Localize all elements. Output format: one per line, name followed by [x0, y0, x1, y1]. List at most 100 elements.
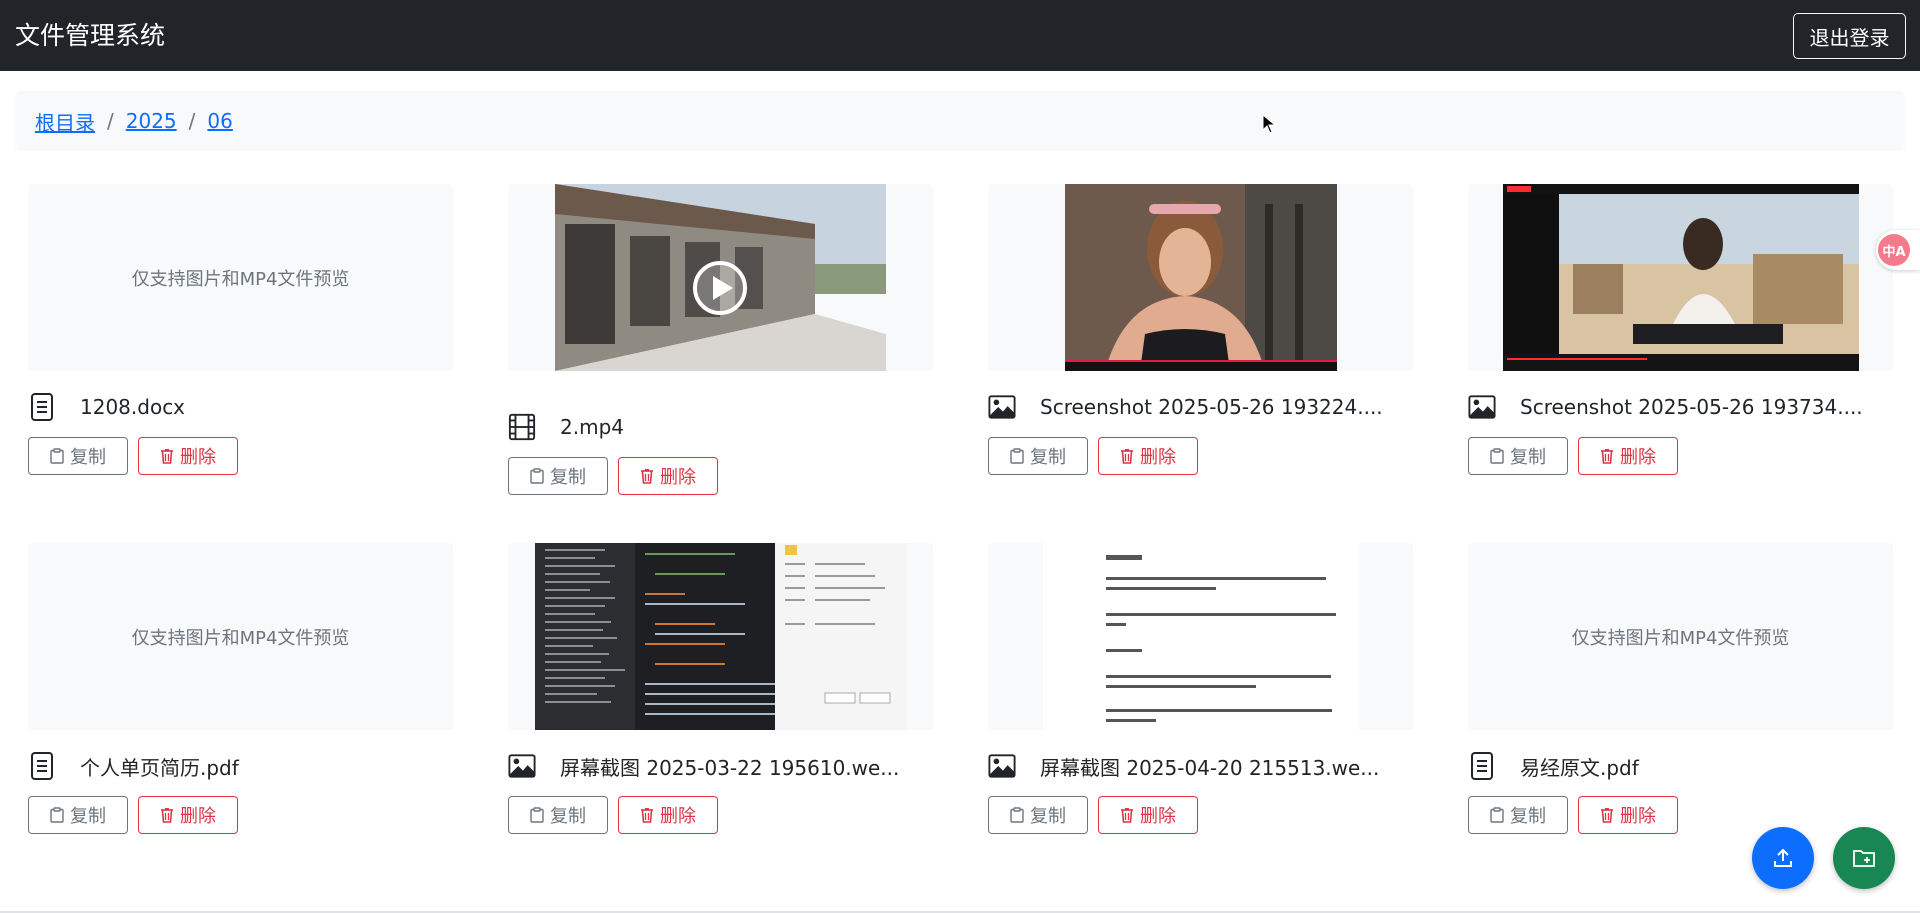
trash-icon [641, 469, 653, 484]
file-name: Screenshot 2025-05-26 193224.... [1040, 395, 1383, 419]
translate-widget[interactable]: 中A [1876, 230, 1920, 270]
file-name: 易经原文.pdf [1520, 755, 1639, 780]
file-actions: 复制 删除 [1468, 796, 1893, 834]
clipboard-icon [50, 807, 64, 823]
copy-button[interactable]: 复制 [508, 796, 608, 834]
breadcrumb-year[interactable]: 2025 [126, 109, 177, 133]
file-preview[interactable]: 仅支持图片和MP4文件预览 [1468, 543, 1893, 730]
trash-icon [1601, 808, 1613, 823]
image-icon [1468, 392, 1496, 422]
image-icon [988, 751, 1016, 781]
image-icon [988, 392, 1016, 422]
delete-button[interactable]: 删除 [138, 437, 238, 475]
image-thumbnail [1042, 543, 1359, 730]
file-card: 仅支持图片和MP4文件预览 个人单页简历.pdf 复制 删除 [28, 543, 453, 834]
file-actions: 复制 删除 [1468, 437, 1893, 475]
copy-button[interactable]: 复制 [28, 437, 128, 475]
trash-icon [1601, 449, 1613, 464]
copy-label: 复制 [70, 447, 106, 468]
file-actions: 复制 删除 [28, 796, 453, 834]
delete-label: 删除 [1620, 447, 1656, 468]
clipboard-icon [1490, 448, 1504, 464]
delete-button[interactable]: 删除 [1578, 796, 1678, 834]
file-name: Screenshot 2025-05-26 193734.... [1520, 395, 1863, 419]
clipboard-icon [50, 448, 64, 464]
file-actions: 复制 删除 [508, 457, 933, 495]
mouse-cursor-icon [1262, 114, 1276, 134]
file-name: 屏幕截图 2025-03-22 195610.we... [560, 755, 900, 780]
breadcrumb-root[interactable]: 根目录 [35, 107, 95, 136]
copy-label: 复制 [70, 806, 106, 827]
delete-label: 删除 [180, 447, 216, 468]
file-preview[interactable] [988, 184, 1413, 371]
logout-button[interactable]: 退出登录 [1793, 13, 1906, 59]
copy-button[interactable]: 复制 [28, 796, 128, 834]
clipboard-icon [530, 807, 544, 823]
file-card: 仅支持图片和MP4文件预览 易经原文.pdf 复制 删除 [1468, 543, 1893, 834]
delete-button[interactable]: 删除 [138, 796, 238, 834]
new-folder-button[interactable] [1833, 827, 1895, 889]
copy-label: 复制 [550, 806, 586, 827]
breadcrumb-month[interactable]: 06 [207, 109, 232, 133]
file-card: 2.mp4 复制 删除 [508, 184, 933, 495]
file-preview[interactable] [1468, 184, 1893, 371]
delete-button[interactable]: 删除 [618, 457, 718, 495]
delete-label: 删除 [180, 806, 216, 827]
file-card: Screenshot 2025-05-26 193734.... 复制 删除 [1468, 184, 1893, 475]
file-name-row: 个人单页简历.pdf [28, 744, 453, 788]
copy-label: 复制 [550, 467, 586, 488]
trash-icon [1121, 808, 1133, 823]
video-thumbnail [555, 184, 886, 371]
image-icon [508, 751, 536, 781]
copy-label: 复制 [1030, 447, 1066, 468]
delete-label: 删除 [660, 806, 696, 827]
file-name-row: 易经原文.pdf [1468, 744, 1893, 788]
file-actions: 复制 删除 [988, 437, 1413, 475]
upload-button[interactable] [1752, 827, 1814, 889]
copy-button[interactable]: 复制 [1468, 437, 1568, 475]
copy-button[interactable]: 复制 [1468, 796, 1568, 834]
no-preview-text: 仅支持图片和MP4文件预览 [131, 627, 350, 649]
copy-label: 复制 [1510, 447, 1546, 468]
file-actions: 复制 删除 [508, 796, 933, 834]
file-preview[interactable]: 仅支持图片和MP4文件预览 [28, 543, 453, 730]
delete-button[interactable]: 删除 [1578, 437, 1678, 475]
delete-label: 删除 [660, 467, 696, 488]
image-thumbnail [1064, 184, 1337, 371]
upload-icon [1774, 848, 1792, 867]
file-actions: 复制 删除 [28, 437, 453, 475]
trash-icon [1121, 449, 1133, 464]
file-card: Screenshot 2025-05-26 193224.... 复制 删除 [988, 184, 1413, 475]
trash-icon [161, 449, 173, 464]
file-preview[interactable] [508, 543, 933, 730]
delete-label: 删除 [1140, 806, 1176, 827]
copy-button[interactable]: 复制 [508, 457, 608, 495]
file-preview[interactable] [508, 184, 933, 371]
delete-button[interactable]: 删除 [1098, 437, 1198, 475]
copy-button[interactable]: 复制 [988, 437, 1088, 475]
delete-label: 删除 [1620, 806, 1656, 827]
image-thumbnail [534, 543, 907, 730]
app-title: 文件管理系统 [15, 21, 166, 50]
clipboard-icon [1490, 807, 1504, 823]
trash-icon [641, 808, 653, 823]
delete-button[interactable]: 删除 [1098, 796, 1198, 834]
image-thumbnail [1502, 184, 1859, 371]
delete-label: 删除 [1140, 447, 1176, 468]
file-preview[interactable] [988, 543, 1413, 730]
copy-label: 复制 [1030, 806, 1066, 827]
copy-button[interactable]: 复制 [988, 796, 1088, 834]
film-icon [508, 412, 536, 442]
file-preview[interactable]: 仅支持图片和MP4文件预览 [28, 184, 453, 371]
file-name-row: Screenshot 2025-05-26 193224.... [988, 385, 1413, 429]
translate-icon: 中A [1878, 234, 1910, 266]
file-card: 屏幕截图 2025-04-20 215513.we... 复制 删除 [988, 543, 1413, 834]
delete-button[interactable]: 删除 [618, 796, 718, 834]
file-text-icon [28, 751, 56, 781]
clipboard-icon [530, 468, 544, 484]
breadcrumb-separator: / [188, 109, 196, 133]
breadcrumb: 根目录 / 2025 / 06 [15, 91, 1905, 151]
file-name-row: 屏幕截图 2025-04-20 215513.we... [988, 744, 1413, 788]
file-name-row: 1208.docx [28, 385, 453, 429]
folder-plus-icon [1853, 850, 1875, 867]
